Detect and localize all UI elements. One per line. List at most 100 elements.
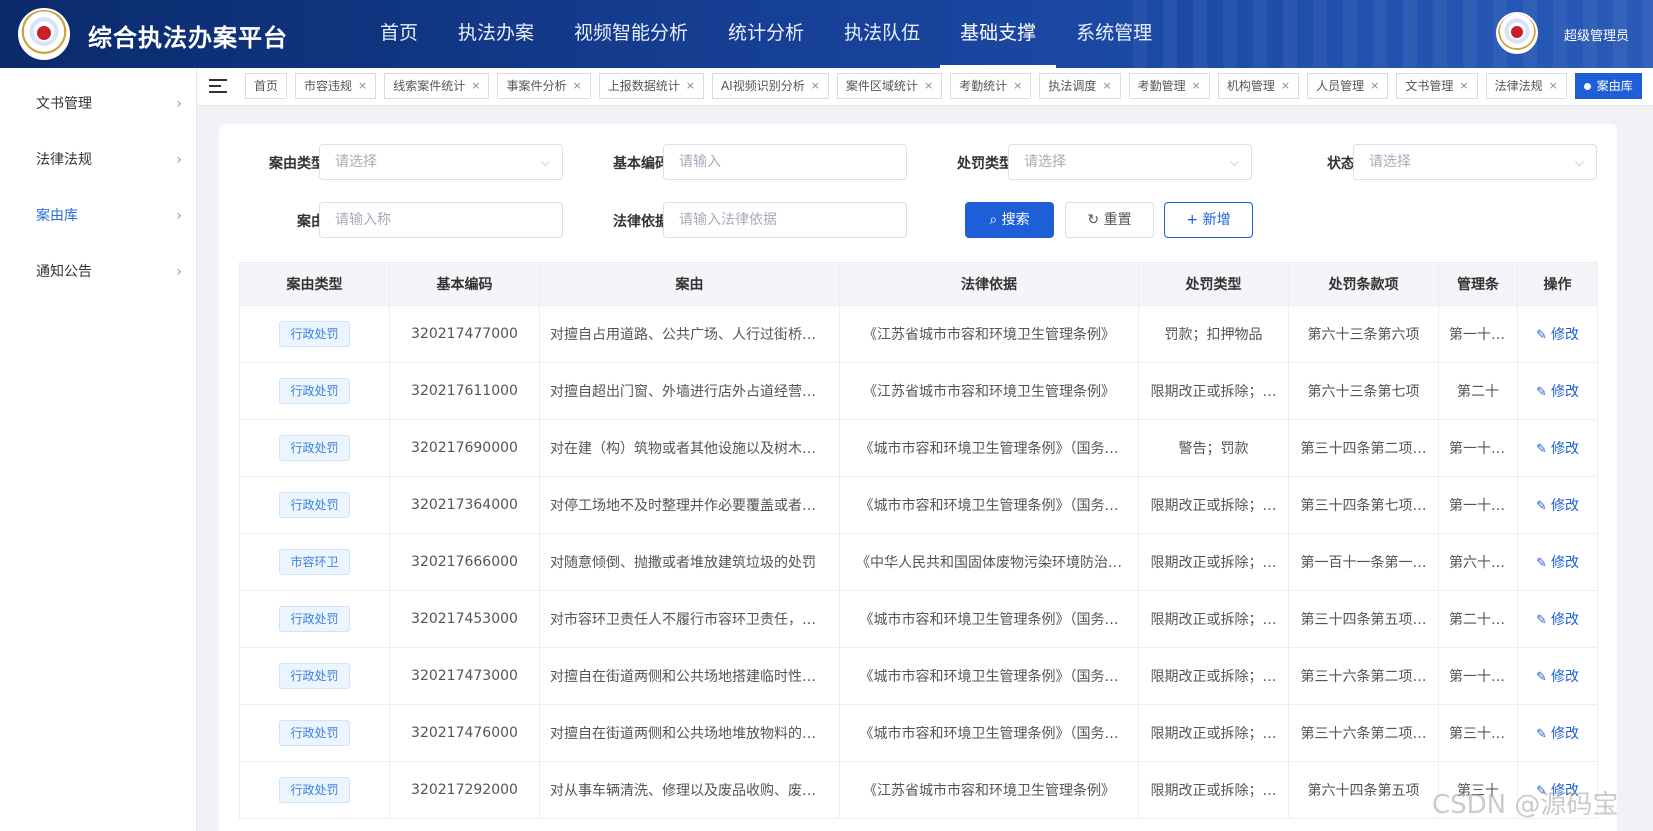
tab-7[interactable]: 考勤统计 × bbox=[950, 73, 1032, 99]
case-name-input[interactable]: 请输入称 bbox=[319, 202, 563, 238]
close-icon[interactable]: × bbox=[573, 74, 582, 98]
cell-basis: 《城市市容和环境卫生管理条例》（国务… bbox=[839, 647, 1139, 705]
user-avatar[interactable] bbox=[1496, 12, 1538, 54]
tab-1[interactable]: 市容违规 × bbox=[295, 73, 377, 99]
nav-home[interactable]: 首页 bbox=[360, 0, 438, 68]
edit-button[interactable]: ✎ 修改 bbox=[1536, 441, 1579, 457]
tab-label: 案件区域统计 bbox=[845, 79, 918, 93]
cell-reason: 对停工场地不及时整理并作必要覆盖或者… bbox=[539, 476, 840, 534]
tab-8[interactable]: 执法调度 × bbox=[1039, 73, 1121, 99]
nav-basic-support[interactable]: 基础支撑 bbox=[940, 0, 1057, 68]
cell-actions: ✎ 修改 bbox=[1517, 362, 1598, 420]
close-icon[interactable]: × bbox=[1281, 74, 1290, 98]
edit-label: 修改 bbox=[1550, 498, 1579, 514]
close-icon[interactable]: × bbox=[686, 74, 695, 98]
cell-code: 320217364000 bbox=[389, 476, 540, 534]
edit-icon: ✎ bbox=[1536, 556, 1547, 571]
edit-button[interactable]: ✎ 修改 bbox=[1536, 498, 1579, 514]
edit-button[interactable]: ✎ 修改 bbox=[1536, 726, 1579, 742]
edit-icon: ✎ bbox=[1536, 499, 1547, 514]
cell-mgmt: 第一十六条 bbox=[1438, 476, 1518, 534]
tab-4[interactable]: 上报数据统计 × bbox=[598, 73, 704, 99]
case-type-placeholder: 请选择 bbox=[335, 154, 377, 170]
close-icon[interactable]: × bbox=[1102, 74, 1111, 98]
tab-label: 市容违规 bbox=[304, 79, 353, 93]
nav-enforcement-team[interactable]: 执法队伍 bbox=[824, 0, 940, 68]
open-tabs: 首页 市容违规 × 线索案件统计 × 事案件分析 × 上报数据统计 × AI视频识别分析 × 案件区域… bbox=[245, 73, 1642, 99]
cell-basis: 《城市市容和环境卫生管理条例》（国务… bbox=[839, 704, 1139, 762]
tab-label: 执法调度 bbox=[1048, 79, 1097, 93]
close-icon[interactable]: × bbox=[924, 74, 933, 98]
edit-button[interactable]: ✎ 修改 bbox=[1536, 612, 1579, 628]
cell-actions: ✎ 修改 bbox=[1517, 533, 1598, 591]
cell-type: 市容环卫 bbox=[239, 533, 390, 591]
tab-6[interactable]: 案件区域统计 × bbox=[836, 73, 943, 99]
cell-penalty: 限期改正或拆除；… bbox=[1138, 476, 1289, 534]
cell-reason: 对擅自超出门窗、外墙进行店外占道经营… bbox=[539, 362, 840, 420]
tab-11[interactable]: 人员管理 × bbox=[1307, 73, 1389, 99]
case-type-label: 案由类型 bbox=[269, 156, 325, 172]
legal-basis-input[interactable]: 请输入法律依据 bbox=[663, 202, 907, 238]
cell-actions: ✎ 修改 bbox=[1517, 647, 1598, 705]
sidebar-item-notices[interactable]: 通知公告 › bbox=[0, 244, 196, 300]
case-type-select[interactable]: 请选择 ⌵ bbox=[319, 144, 563, 180]
status-label: 状态 bbox=[1327, 156, 1355, 172]
column-header: 案由 bbox=[539, 262, 840, 306]
sidebar-item-case-library[interactable]: 案由库 › bbox=[0, 188, 196, 244]
base-code-label: 基本编码 bbox=[613, 156, 669, 172]
content-card: 案由类型 请选择 ⌵ 基本编码 请输入 处罚类型 请选择 ⌵ 状态 请选择 ⌵ … bbox=[219, 124, 1617, 831]
close-icon[interactable]: × bbox=[1370, 74, 1379, 98]
penalty-type-select[interactable]: 请选择 ⌵ bbox=[1008, 144, 1252, 180]
case-type-tag: 行政处罚 bbox=[279, 663, 350, 689]
add-button[interactable]: + 新增 bbox=[1164, 202, 1253, 238]
nav-enforcement-cases[interactable]: 执法办案 bbox=[438, 0, 554, 68]
nav-statistics[interactable]: 统计分析 bbox=[708, 0, 824, 68]
status-select[interactable]: 请选择 ⌵ bbox=[1353, 144, 1597, 180]
cell-clause: 第六十三条第七项 bbox=[1288, 362, 1439, 420]
top-header: 综合执法办案平台 首页 执法办案 视频智能分析 统计分析 执法队伍 基础支撑 系… bbox=[0, 0, 1653, 68]
close-icon[interactable]: × bbox=[1549, 74, 1558, 98]
status-placeholder: 请选择 bbox=[1369, 154, 1411, 170]
table-header-row: 案由类型 基本编码 案由 法律依据 处罚类型 处罚条款项 管理条 操作 bbox=[239, 262, 1598, 306]
nav-video-analysis[interactable]: 视频智能分析 bbox=[554, 0, 708, 68]
tab-3[interactable]: 事案件分析 × bbox=[497, 73, 591, 99]
close-icon[interactable]: × bbox=[471, 74, 480, 98]
tab-10[interactable]: 机构管理 × bbox=[1217, 73, 1300, 99]
emblem-logo-icon bbox=[18, 8, 70, 60]
cell-basis: 《中华人民共和国固体废物污染环境防治… bbox=[839, 533, 1139, 591]
close-icon[interactable]: × bbox=[1459, 74, 1468, 98]
base-code-input[interactable]: 请输入 bbox=[663, 144, 907, 180]
edit-button[interactable]: ✎ 修改 bbox=[1536, 327, 1579, 343]
menu-collapse-icon[interactable] bbox=[209, 78, 227, 94]
cell-code: 320217453000 bbox=[389, 590, 540, 648]
search-button[interactable]: ⌕ 搜索 bbox=[965, 202, 1054, 238]
tab-13[interactable]: 法律法规 × bbox=[1485, 73, 1567, 99]
cell-penalty: 限期改正或拆除；… bbox=[1138, 647, 1289, 705]
cell-type: 行政处罚 bbox=[239, 419, 390, 477]
close-icon[interactable]: × bbox=[1192, 74, 1201, 98]
tab-2[interactable]: 线索案件统计 × bbox=[384, 73, 490, 99]
cell-basis: 《城市市容和环境卫生管理条例》（国务… bbox=[839, 590, 1139, 648]
close-icon[interactable]: × bbox=[1013, 74, 1022, 98]
tab-9[interactable]: 考勤管理 × bbox=[1128, 73, 1210, 99]
reset-button[interactable]: ↻ 重置 bbox=[1065, 202, 1154, 238]
edit-button[interactable]: ✎ 修改 bbox=[1536, 384, 1579, 400]
case-type-tag: 行政处罚 bbox=[279, 435, 350, 461]
tab-0[interactable]: 首页 bbox=[245, 73, 288, 99]
cell-type: 行政处罚 bbox=[239, 305, 390, 363]
tab-5[interactable]: AI视频识别分析 × bbox=[711, 73, 829, 99]
edit-button[interactable]: ✎ 修改 bbox=[1536, 669, 1579, 685]
edit-label: 修改 bbox=[1550, 555, 1579, 571]
close-icon[interactable]: × bbox=[358, 74, 367, 98]
table-row: 行政处罚 320217690000 对在建（构）筑物或者其他设施以及树木… 《城市市容… bbox=[239, 419, 1598, 477]
nav-system-management[interactable]: 系统管理 bbox=[1056, 0, 1172, 68]
sidebar-item-laws[interactable]: 法律法规 › bbox=[0, 132, 196, 188]
cell-actions: ✎ 修改 bbox=[1517, 305, 1598, 363]
tab-14[interactable]: 案由库 bbox=[1574, 73, 1642, 99]
close-icon[interactable]: × bbox=[811, 74, 820, 98]
table-row: 行政处罚 320217292000 对从事车辆清洗、修理以及废品收购、废… 《江苏省城… bbox=[239, 761, 1598, 819]
tab-12[interactable]: 文书管理 × bbox=[1396, 73, 1478, 99]
edit-button[interactable]: ✎ 修改 bbox=[1536, 555, 1579, 571]
sidebar-item-documents[interactable]: 文书管理 › bbox=[0, 76, 196, 132]
user-name[interactable]: 超级管理员 bbox=[1564, 25, 1629, 44]
